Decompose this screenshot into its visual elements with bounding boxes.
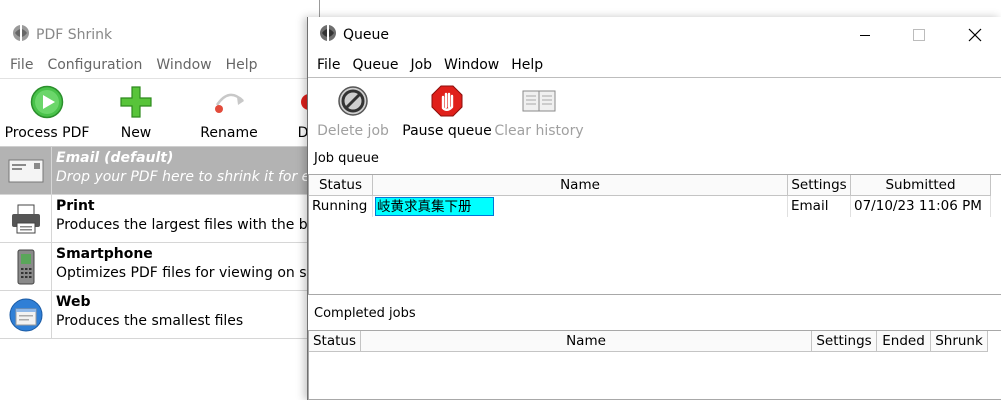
app-logo-icon [318, 23, 338, 47]
menu-bar: File Queue Job Window Help [308, 53, 1001, 77]
job-queue-label: Job queue [314, 151, 379, 166]
maximize-icon [913, 29, 925, 41]
title-bar: PDF Shrink [0, 18, 320, 52]
book-icon [522, 84, 556, 118]
profile-description: Produces the largest files with the bes [56, 217, 320, 233]
process-pdf-button[interactable]: Process PDF [4, 79, 90, 147]
column-header-shrunk[interactable]: Shrunk [931, 331, 988, 352]
window-title: PDF Shrink [36, 27, 113, 43]
stop-hand-icon [431, 84, 463, 118]
profile-title: Web [56, 294, 91, 310]
menu-window[interactable]: Window [156, 57, 211, 73]
column-header-name[interactable]: Name [361, 331, 812, 352]
profile-web[interactable]: Web Produces the smallest files [0, 291, 320, 339]
process-pdf-label: Process PDF [4, 125, 90, 141]
phone-icon [0, 243, 52, 290]
menu-job[interactable]: Job [410, 57, 432, 73]
play-icon [30, 84, 64, 120]
clear-history-button[interactable]: Clear history [494, 78, 584, 145]
profile-smartphone[interactable]: Smartphone Optimizes PDF files for viewi… [0, 243, 320, 291]
window-title: Queue [343, 27, 389, 43]
profile-list: Email (default) Drop your PDF here to sh… [0, 146, 320, 400]
delete-job-label: Delete job [317, 123, 389, 139]
pause-queue-button[interactable]: Pause queue [402, 78, 492, 145]
cell-status: Running [309, 196, 373, 217]
column-header-status[interactable]: Status [309, 175, 373, 196]
name-selection: 岐黄求真集下册 [375, 197, 494, 216]
new-button[interactable]: New [108, 79, 164, 147]
job-queue-table[interactable]: Status Name Settings Submitted Running 岐… [308, 174, 1001, 295]
minimize-icon [860, 35, 870, 36]
profile-title: Print [56, 198, 95, 214]
pause-queue-label: Pause queue [402, 123, 492, 139]
cell-submitted: 07/10/23 11:06 PM [851, 196, 991, 217]
new-label: New [120, 125, 152, 141]
toolbar: Process PDF New Rename D [0, 78, 320, 146]
column-header-ended[interactable]: Ended [877, 331, 931, 352]
profile-print[interactable]: Print Produces the largest files with th… [0, 195, 320, 243]
menu-window[interactable]: Window [444, 57, 499, 73]
completed-jobs-label: Completed jobs [314, 306, 416, 321]
profile-description: Optimizes PDF files for viewing on smar [56, 265, 320, 281]
profile-email[interactable]: Email (default) Drop your PDF here to sh… [0, 147, 320, 195]
column-header-name[interactable]: Name [373, 175, 788, 196]
close-button[interactable] [952, 17, 998, 53]
column-header-status[interactable]: Status [309, 331, 361, 352]
minimize-button[interactable] [842, 17, 888, 53]
close-icon [968, 28, 982, 42]
menu-file[interactable]: File [10, 57, 33, 73]
clear-history-label: Clear history [494, 123, 584, 139]
rename-label: Rename [200, 125, 258, 141]
profile-title: Smartphone [56, 246, 153, 262]
rename-icon [211, 84, 247, 120]
no-entry-icon [337, 84, 369, 118]
menu-help[interactable]: Help [226, 57, 258, 73]
cell-name: 岐黄求真集下册 [373, 196, 788, 217]
completed-jobs-table[interactable]: Status Name Settings Ended Shrunk [308, 330, 1001, 400]
delete-job-button[interactable]: Delete job [317, 78, 389, 145]
table-row[interactable]: Running 岐黄求真集下册 Email 07/10/23 11:06 PM [309, 196, 991, 217]
rename-button[interactable]: Rename [196, 79, 262, 147]
toolbar: Delete job Pause queue Clear history [308, 77, 1001, 144]
app-logo-icon [11, 23, 31, 47]
plus-icon [119, 84, 153, 120]
menu-bar: File Configuration Window Help [0, 53, 320, 77]
column-header-submitted[interactable]: Submitted [851, 175, 991, 196]
globe-icon [0, 291, 52, 338]
profile-description: Drop your PDF here to shrink it for em [56, 169, 320, 185]
profile-description: Produces the smallest files [56, 313, 244, 329]
pdf-shrink-window: PDF Shrink File Configuration Window Hel… [0, 0, 320, 400]
table-header: Status Name Settings Ended Shrunk [309, 331, 988, 352]
queue-window: Queue File Queue Job Window Help Delete … [307, 17, 1001, 400]
profile-title: Email (default) [56, 150, 174, 166]
menu-queue[interactable]: Queue [352, 57, 398, 73]
printer-icon [0, 195, 52, 242]
menu-help[interactable]: Help [511, 57, 543, 73]
envelope-icon [0, 147, 52, 194]
column-header-settings[interactable]: Settings [788, 175, 851, 196]
menu-file[interactable]: File [317, 57, 340, 73]
cell-settings: Email [788, 196, 851, 217]
column-header-settings[interactable]: Settings [812, 331, 877, 352]
maximize-button[interactable] [896, 17, 942, 53]
menu-configuration[interactable]: Configuration [47, 57, 142, 73]
table-header: Status Name Settings Submitted [309, 175, 991, 196]
